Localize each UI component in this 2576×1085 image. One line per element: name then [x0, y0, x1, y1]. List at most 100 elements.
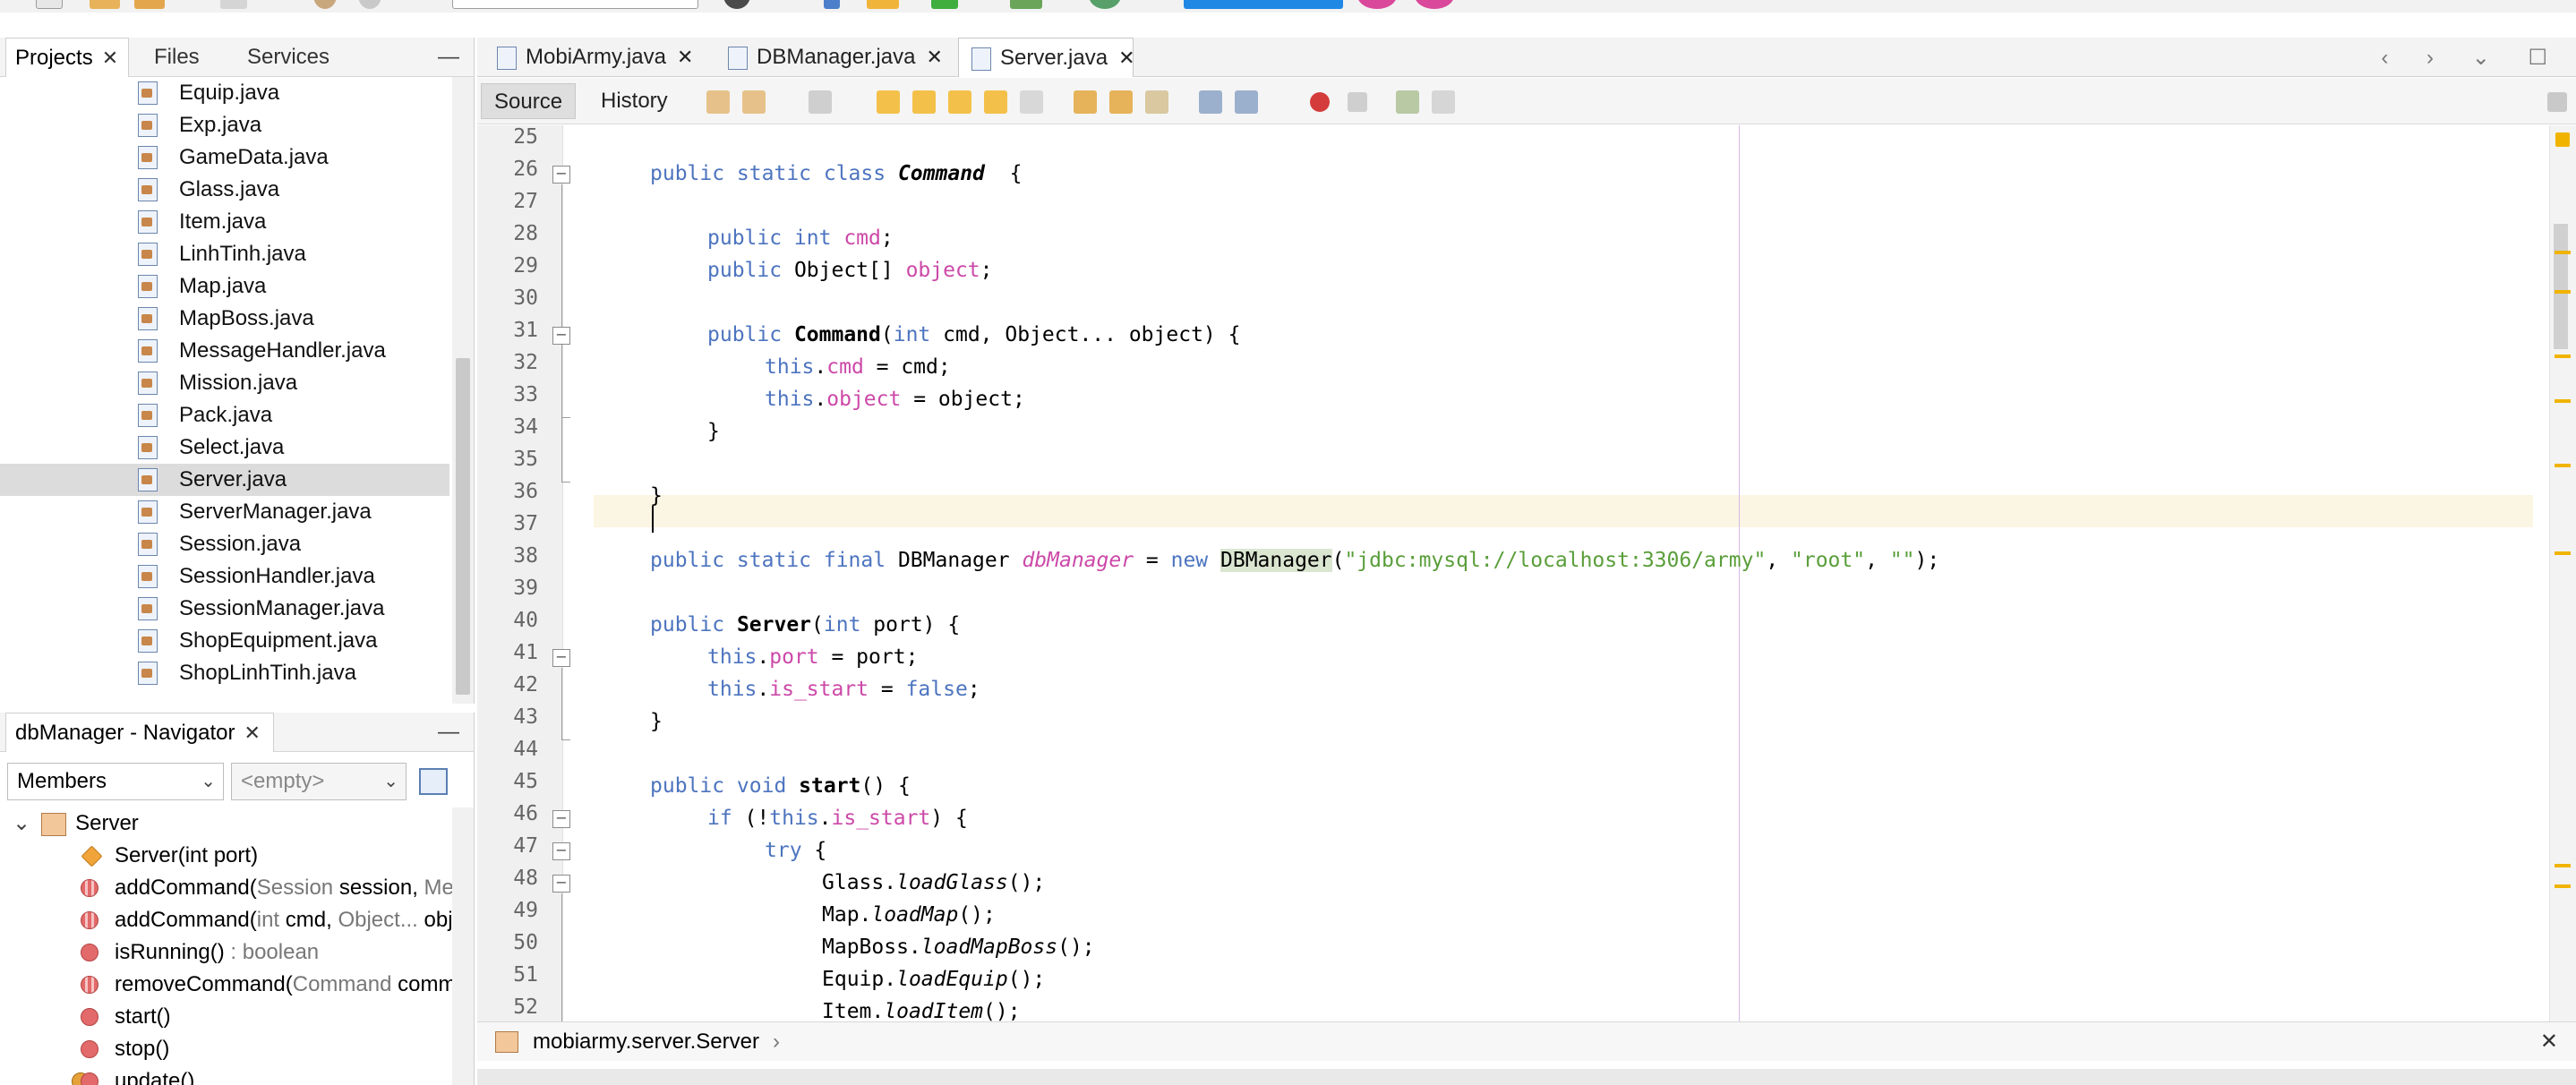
- error-stripe-marker[interactable]: [2555, 290, 2571, 294]
- toggle-highlight-icon[interactable]: [984, 90, 1007, 114]
- close-icon[interactable]: ✕: [102, 47, 118, 69]
- tree-item[interactable]: Mission.java: [0, 367, 449, 399]
- tree-item[interactable]: SessionManager.java: [0, 593, 449, 625]
- tab-dbmanager[interactable]: DBManager.java ✕: [715, 38, 943, 77]
- code-editor[interactable]: 25 26 27 28 29 30 31 32 33 34 35 36 37 3…: [477, 125, 2576, 1021]
- debug-icon[interactable]: [1010, 0, 1042, 9]
- tree-item[interactable]: Glass.java: [0, 174, 449, 206]
- run-icon[interactable]: [931, 0, 958, 9]
- build-icon[interactable]: [824, 0, 840, 9]
- tree-item[interactable]: Equip.java: [0, 77, 449, 109]
- navigator-member[interactable]: stop(): [77, 1033, 474, 1065]
- members-filter-select[interactable]: Members ⌄: [7, 763, 224, 800]
- tree-item[interactable]: MessageHandler.java: [0, 335, 449, 367]
- tree-item[interactable]: Select.java: [0, 431, 449, 464]
- undo-icon[interactable]: [313, 0, 337, 9]
- editor-scrollbar[interactable]: [2549, 125, 2576, 1021]
- navigator-member[interactable]: addCommand(int cmd, Object... obj: [77, 904, 474, 936]
- tab-projects[interactable]: Projects ✕: [5, 38, 129, 77]
- secondary-filter-select[interactable]: <empty> ⌄: [231, 763, 407, 800]
- navigator-member[interactable]: addCommand(Session session, Mes: [77, 872, 474, 904]
- last-edit-icon[interactable]: [706, 90, 730, 114]
- navigator-scrollbar[interactable]: [452, 807, 474, 1085]
- tree-scrollbar[interactable]: [452, 77, 474, 704]
- error-stripe-marker[interactable]: [2555, 551, 2571, 555]
- close-icon[interactable]: ✕: [677, 46, 693, 68]
- error-stripe-marker[interactable]: [2555, 884, 2571, 888]
- tab-files[interactable]: Files: [154, 38, 200, 77]
- rect-select-icon[interactable]: [1020, 90, 1043, 114]
- new-file-icon[interactable]: [36, 0, 63, 9]
- tree-item-selected[interactable]: Server.java: [0, 464, 449, 496]
- warning-summary-icon[interactable]: [2555, 132, 2570, 147]
- navigator-member[interactable]: isRunning() : boolean: [77, 936, 474, 969]
- next-bookmark-icon[interactable]: [1109, 90, 1133, 114]
- toggle-bookmark-icon[interactable]: [1145, 90, 1168, 114]
- open-project-icon[interactable]: [90, 0, 120, 9]
- config-icon[interactable]: [723, 0, 750, 9]
- deploy-button[interactable]: [1184, 0, 1343, 9]
- record-macro-icon[interactable]: [1310, 92, 1330, 112]
- tree-item[interactable]: Pack.java: [0, 399, 449, 431]
- tree-item[interactable]: ShopEquipment.java: [0, 625, 449, 657]
- shift-right-icon[interactable]: [1235, 90, 1258, 114]
- tree-item[interactable]: Map.java: [0, 270, 449, 303]
- navigator-member[interactable]: update(): [72, 1065, 474, 1085]
- uncomment-icon[interactable]: [1432, 90, 1455, 114]
- tree-item[interactable]: GameData.java: [0, 141, 449, 174]
- prev-bookmark-icon[interactable]: [1074, 90, 1097, 114]
- find-icon[interactable]: [877, 90, 900, 114]
- scrollbar-thumb[interactable]: [456, 358, 470, 695]
- navigator-member[interactable]: Server(int port): [77, 840, 474, 872]
- tree-item[interactable]: Item.java: [0, 206, 449, 238]
- clean-build-icon[interactable]: [867, 0, 899, 9]
- navigator-member[interactable]: start(): [77, 1001, 474, 1033]
- tab-navigation-icons[interactable]: ‹ › ⌄ ☐: [2381, 45, 2563, 71]
- tab-services[interactable]: Services: [247, 38, 329, 77]
- chevron-down-icon[interactable]: ⌄: [13, 811, 30, 835]
- scrollbar-thumb[interactable]: [2554, 224, 2568, 349]
- shift-left-icon[interactable]: [1199, 90, 1222, 114]
- gc-icon[interactable]: [1415, 0, 1454, 9]
- redo-icon[interactable]: [358, 0, 381, 9]
- forward-icon[interactable]: [809, 90, 832, 114]
- error-stripe-marker[interactable]: [2555, 399, 2571, 403]
- navigator-options-icon[interactable]: [419, 768, 448, 795]
- comment-icon[interactable]: [1396, 90, 1419, 114]
- find-next-icon[interactable]: [948, 90, 971, 114]
- error-stripe-marker[interactable]: [2555, 355, 2571, 358]
- tree-item[interactable]: ShopLinhTinh.java: [0, 657, 449, 689]
- close-icon[interactable]: ✕: [2540, 1022, 2558, 1062]
- open-file-icon[interactable]: [134, 0, 165, 9]
- navigator-root[interactable]: ⌄ Server: [13, 807, 139, 840]
- minimize-icon[interactable]: —: [438, 720, 459, 745]
- tree-item[interactable]: Exp.java: [0, 109, 449, 141]
- save-all-icon[interactable]: [220, 0, 247, 9]
- error-stripe-marker[interactable]: [2555, 464, 2571, 467]
- close-icon[interactable]: ✕: [244, 722, 260, 744]
- search-field[interactable]: [452, 0, 698, 9]
- profile-icon[interactable]: [1089, 0, 1121, 9]
- close-icon[interactable]: ✕: [926, 46, 942, 68]
- tree-item[interactable]: SessionHandler.java: [0, 560, 449, 593]
- minimize-icon[interactable]: —: [438, 45, 459, 70]
- navigator-member[interactable]: removeCommand(Command comm: [77, 969, 474, 1001]
- tree-item[interactable]: LinhTinh.java: [0, 238, 449, 270]
- tree-item[interactable]: MapBoss.java: [0, 303, 449, 335]
- source-view-button[interactable]: Source: [481, 83, 577, 119]
- history-view-button[interactable]: History: [588, 83, 680, 119]
- close-icon[interactable]: ✕: [1118, 47, 1134, 69]
- stop-macro-icon[interactable]: [1348, 92, 1367, 112]
- tree-item[interactable]: Session.java: [0, 528, 449, 560]
- back-icon[interactable]: [742, 90, 766, 114]
- tab-server[interactable]: Server.java ✕: [958, 38, 1135, 77]
- find-previous-icon[interactable]: [912, 90, 936, 114]
- tab-navigator[interactable]: dbManager - Navigator ✕: [5, 713, 274, 752]
- split-editor-icon[interactable]: [2547, 92, 2567, 112]
- chevron-right-icon[interactable]: ›: [773, 1022, 780, 1062]
- error-stripe-marker[interactable]: [2555, 864, 2571, 867]
- error-stripe-marker[interactable]: [2555, 251, 2571, 254]
- tab-mobiarmy[interactable]: MobiArmy.java ✕: [484, 38, 693, 77]
- breadcrumb[interactable]: mobiarmy.server.Server: [533, 1022, 759, 1062]
- memory-icon[interactable]: [1357, 0, 1397, 9]
